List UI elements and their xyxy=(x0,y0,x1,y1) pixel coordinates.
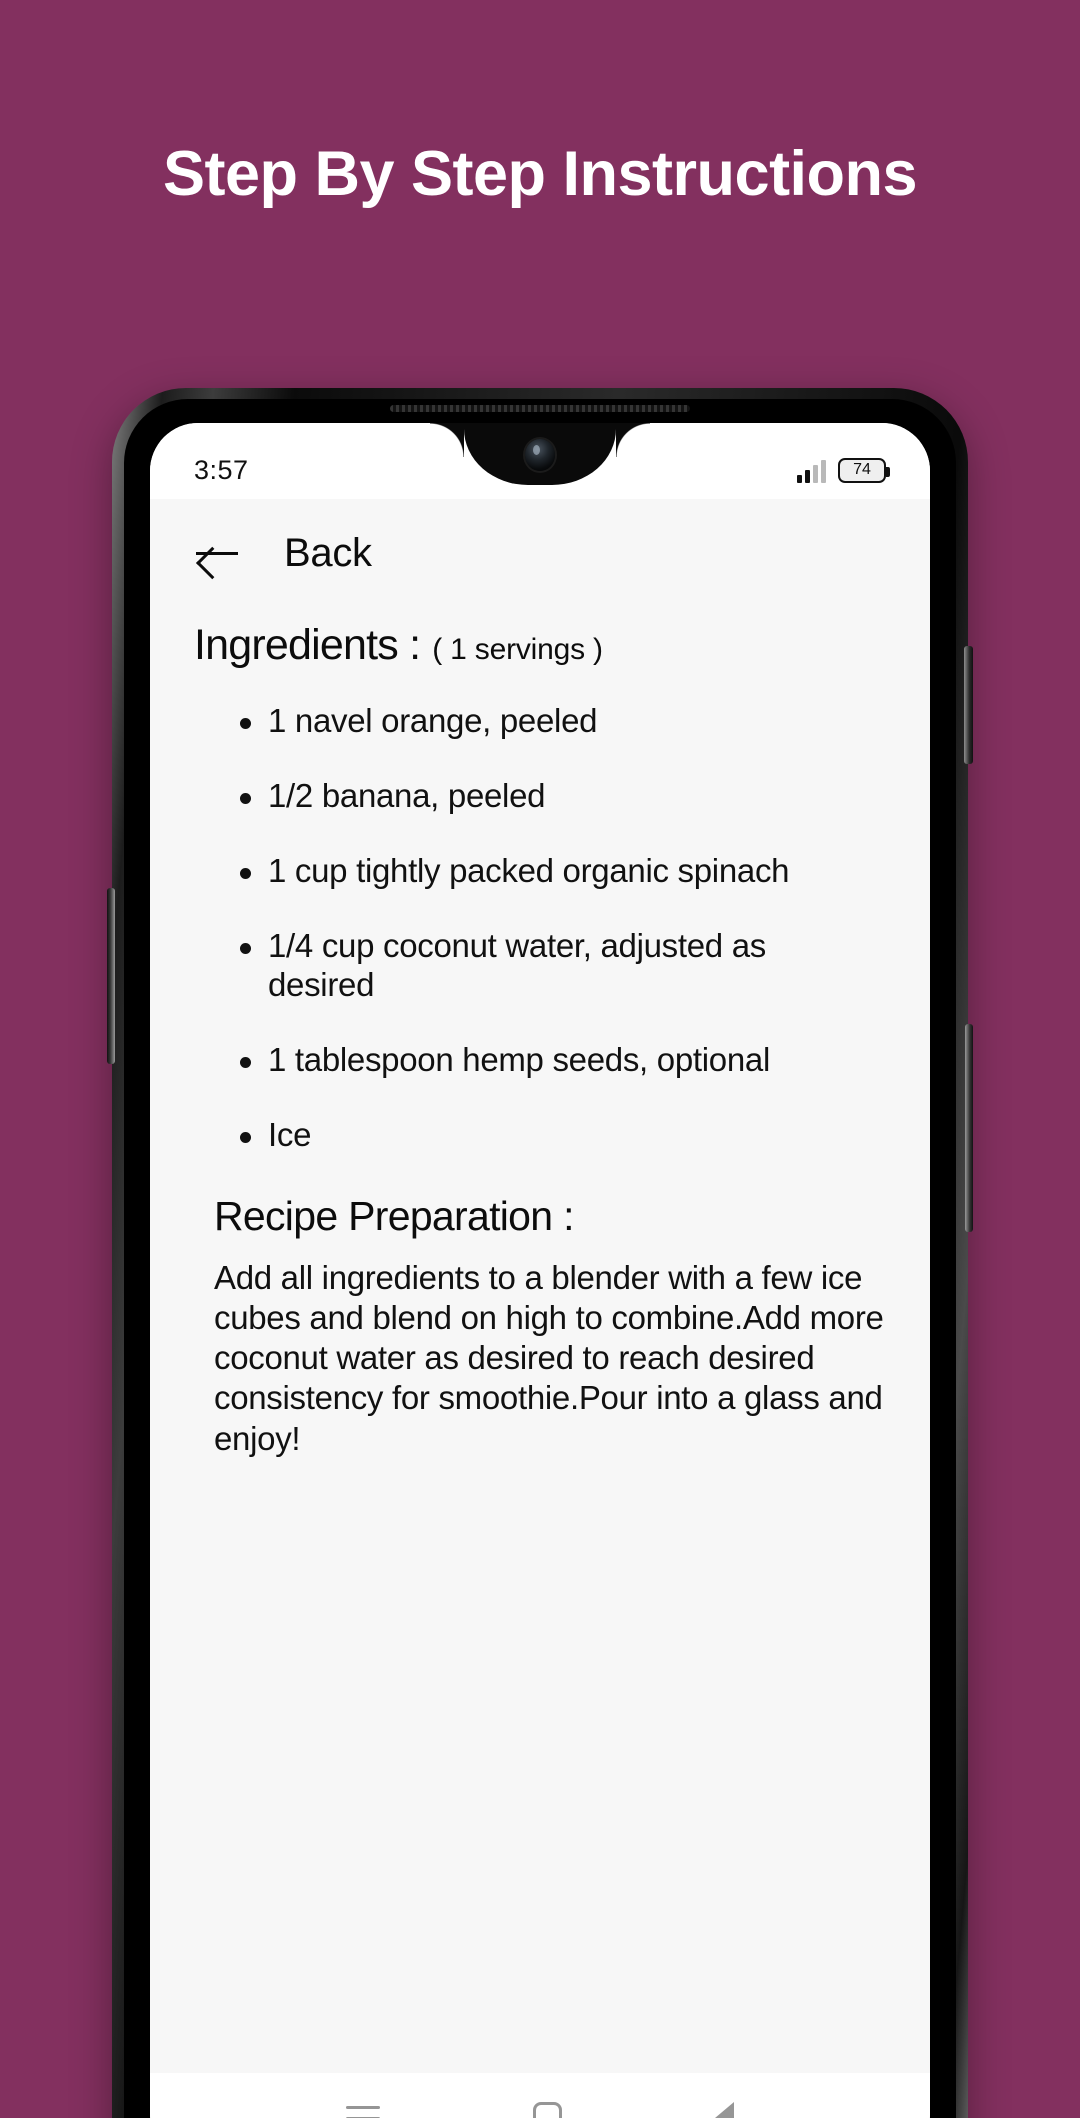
android-nav-bar xyxy=(150,2073,930,2118)
status-time: 3:57 xyxy=(194,454,249,485)
volume-button-left[interactable] xyxy=(107,888,115,1064)
home-square-icon[interactable] xyxy=(532,2102,562,2118)
front-camera-icon xyxy=(525,439,555,471)
preparation-title: Recipe Preparation : xyxy=(214,1192,574,1239)
list-item: 1/4 cup coconut water, adjusted as desir… xyxy=(240,927,870,1005)
phone-screen: 3:57 74 Back Ingredients : (1 servings … xyxy=(150,423,930,2118)
phone-device-frame: 3:57 74 Back Ingredients : (1 servings … xyxy=(107,388,973,2118)
list-item: 1/2 banana, peeled xyxy=(240,777,870,816)
battery-icon: 74 xyxy=(838,457,890,483)
ingredients-list: 1 navel orange, peeled 1/2 banana, peele… xyxy=(194,702,886,1155)
menu-lines-icon[interactable] xyxy=(346,2106,381,2118)
phone-bezel: 3:57 74 Back Ingredients : (1 servings … xyxy=(124,399,956,2118)
preparation-body: Add all ingredients to a blender with a … xyxy=(214,1258,884,1457)
list-item: 1 tablespoon hemp seeds, optional xyxy=(240,1041,870,1080)
ingredients-heading: Ingredients : ( 1 servings ) xyxy=(194,621,886,670)
app-bar: Back xyxy=(194,499,886,607)
back-button-label[interactable]: Back xyxy=(284,531,372,576)
arrow-left-icon[interactable] xyxy=(194,530,240,576)
volume-button-right[interactable] xyxy=(965,1024,973,1232)
page-title: Step By Step Instructions xyxy=(162,139,918,209)
status-indicators: 74 xyxy=(797,457,890,483)
list-item: 1 navel orange, peeled xyxy=(240,702,870,741)
servings-label: ( 1 servings ) xyxy=(432,633,603,666)
list-item: Ice xyxy=(240,1116,870,1155)
signal-bars-icon xyxy=(797,459,826,483)
battery-level-label: 74 xyxy=(853,461,871,478)
power-button[interactable] xyxy=(964,646,973,764)
triangle-back-icon[interactable] xyxy=(714,2102,734,2118)
ingredients-title: Ingredients : xyxy=(194,621,421,669)
list-item: 1 cup tightly packed organic spinach xyxy=(240,852,870,891)
app-content: Back Ingredients : ( 1 servings ) 1 nave… xyxy=(150,499,930,2073)
earpiece-speaker xyxy=(390,405,690,412)
